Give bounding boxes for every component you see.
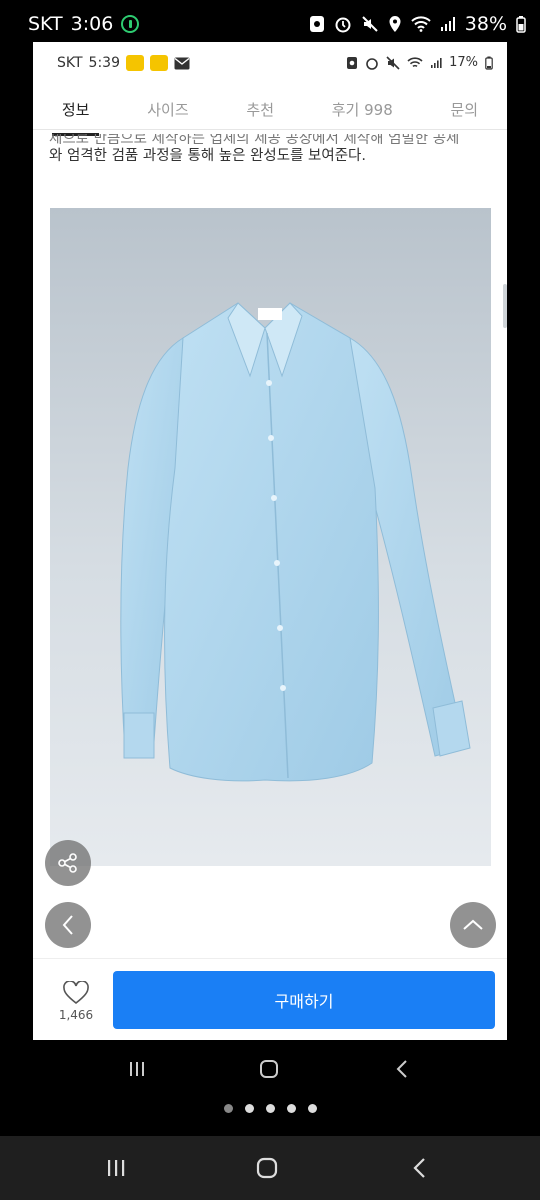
like-count: 1,466 bbox=[58, 1008, 94, 1022]
inner-carrier-label: SKT bbox=[57, 55, 83, 71]
buy-button[interactable]: 구매하기 bbox=[113, 971, 495, 1029]
inner-clock: 5:39 bbox=[88, 55, 120, 71]
mail-icon bbox=[174, 57, 190, 69]
scrollbar[interactable] bbox=[503, 284, 507, 328]
purchase-bar: 1,466 구매하기 bbox=[33, 958, 507, 1040]
description-line: 와 엄격한 검품 과정을 통해 높은 완성도를 보여준다. bbox=[49, 148, 367, 164]
page-indicator bbox=[0, 1104, 540, 1113]
page-dot-active[interactable] bbox=[244, 1104, 254, 1113]
like-button[interactable]: 1,466 bbox=[55, 980, 97, 1022]
product-description: 제으로 만큼으로 제작하는 업체의 제공 공장에서 제작해 엄밀한 공제 와 엄… bbox=[49, 134, 494, 168]
tab-info[interactable]: 정보 bbox=[51, 93, 100, 136]
page-dot[interactable] bbox=[265, 1104, 275, 1113]
tab-recommend[interactable]: 추천 bbox=[244, 93, 276, 126]
wifi-icon bbox=[411, 16, 431, 32]
battery-level: 38% bbox=[464, 13, 507, 35]
product-tab-bar: 정보 사이즈 추천 후기 998 문의 bbox=[33, 90, 507, 136]
inner-mute-icon bbox=[386, 55, 400, 70]
home-icon[interactable] bbox=[255, 1156, 279, 1180]
inner-photo-notification-icon bbox=[347, 56, 358, 69]
inner-status-bar: SKT 5:39 17% bbox=[33, 42, 507, 84]
inner-home-icon[interactable] bbox=[258, 1058, 280, 1080]
system-navigation-bar bbox=[0, 1136, 540, 1200]
description-line-cut: 제으로 만큼으로 제작하는 업체의 제공 공장에서 제작해 엄밀한 공제 bbox=[49, 134, 460, 144]
app-notification-icon bbox=[126, 55, 144, 71]
clock: 3:06 bbox=[70, 13, 114, 35]
inner-battery-icon bbox=[485, 56, 493, 70]
shirt-image bbox=[120, 302, 471, 782]
chevron-left-icon bbox=[62, 915, 73, 935]
charging-icon bbox=[121, 15, 140, 33]
page-dot[interactable] bbox=[223, 1104, 233, 1113]
recent-apps-icon[interactable] bbox=[106, 1158, 126, 1178]
chevron-up-icon bbox=[463, 919, 483, 930]
share-button[interactable] bbox=[45, 840, 91, 886]
alarm-icon bbox=[335, 17, 351, 33]
location-icon bbox=[389, 16, 401, 32]
back-icon[interactable] bbox=[410, 1156, 428, 1180]
inner-navigation-bar bbox=[0, 1040, 540, 1098]
tab-reviews[interactable]: 후기 998 bbox=[330, 93, 395, 126]
app-screen: SKT 5:39 17% 정보 사이즈 추천 후기 998 문의 제으로 만큼으… bbox=[33, 42, 507, 1040]
tab-inquiry[interactable]: 문의 bbox=[449, 93, 481, 126]
inner-recent-apps-icon[interactable] bbox=[128, 1060, 146, 1078]
back-button[interactable] bbox=[45, 902, 91, 948]
share-icon bbox=[58, 853, 77, 873]
scroll-top-button[interactable] bbox=[450, 902, 496, 948]
inner-wifi-icon bbox=[407, 56, 423, 67]
yellow-app-icon bbox=[150, 55, 168, 71]
product-photo bbox=[50, 208, 491, 866]
page-dot[interactable] bbox=[286, 1104, 296, 1113]
tab-size[interactable]: 사이즈 bbox=[145, 93, 190, 126]
photo-notification-icon bbox=[309, 16, 324, 32]
battery-icon bbox=[516, 16, 526, 33]
heart-icon bbox=[63, 980, 89, 1005]
inner-back-icon[interactable] bbox=[394, 1058, 410, 1080]
inner-battery-level: 17% bbox=[449, 55, 478, 70]
close-icon[interactable]: ✕ bbox=[30, 64, 52, 90]
carrier-label: SKT bbox=[28, 13, 63, 35]
inner-alarm-icon bbox=[366, 57, 378, 70]
page-dot[interactable] bbox=[307, 1104, 317, 1113]
mute-icon bbox=[362, 16, 378, 32]
inner-signal-icon bbox=[431, 57, 442, 68]
signal-icon bbox=[440, 17, 455, 31]
